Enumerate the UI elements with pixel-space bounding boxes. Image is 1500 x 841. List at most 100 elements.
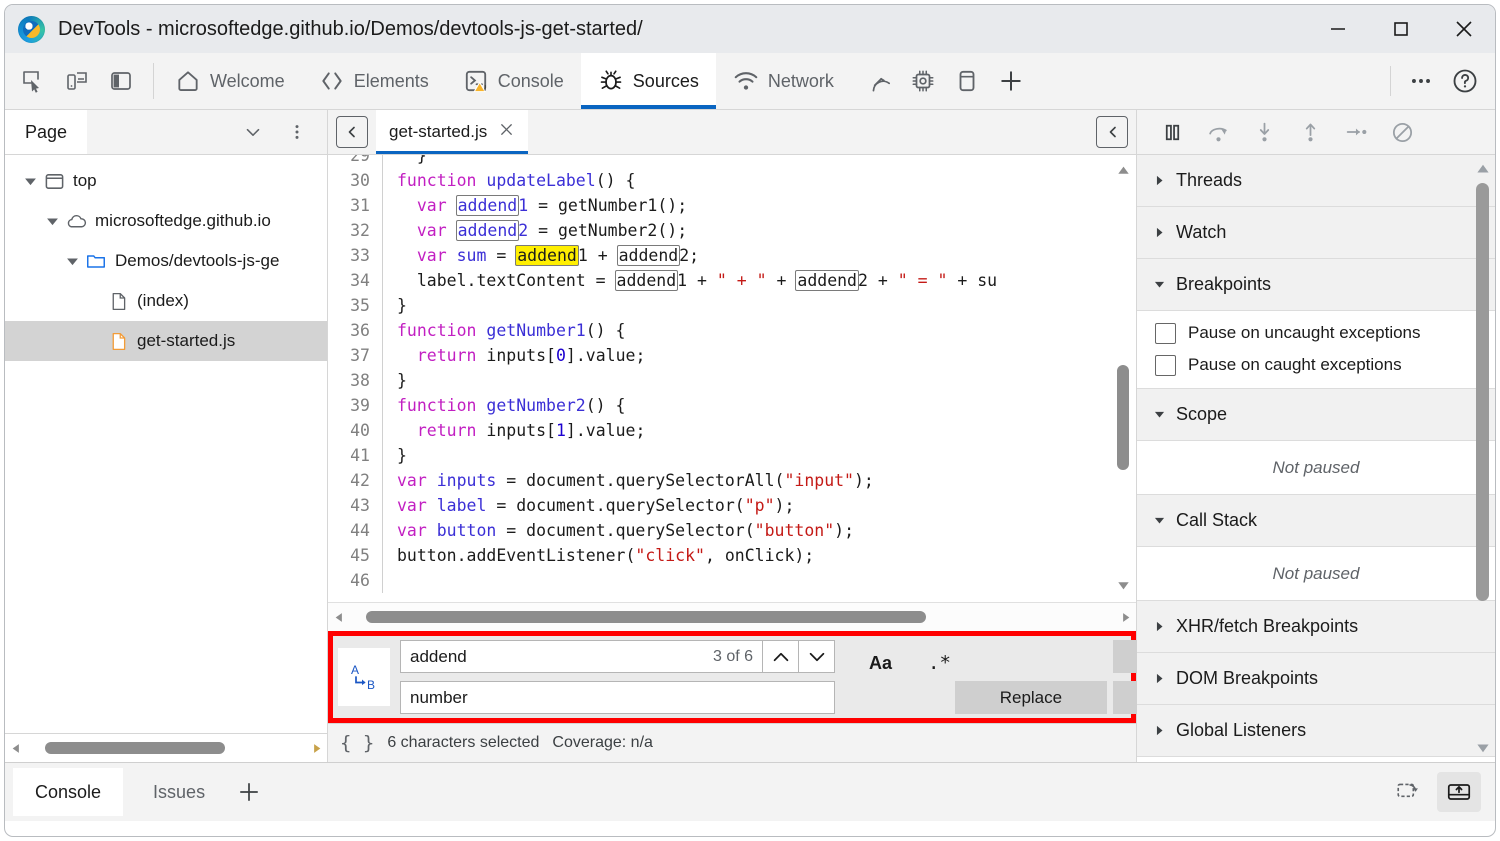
inspect-element-icon[interactable]: [11, 59, 55, 103]
section-threads[interactable]: Threads: [1137, 155, 1495, 207]
show-debugger-button[interactable]: [1096, 116, 1128, 148]
code-line[interactable]: 43var label = document.querySelector("p"…: [328, 493, 1136, 518]
expand-triangle-icon[interactable]: [41, 215, 63, 228]
replace-input[interactable]: number: [400, 681, 835, 714]
editor-file-tab[interactable]: get-started.js: [376, 110, 528, 154]
close-icon[interactable]: [498, 121, 515, 143]
search-input[interactable]: addend 3 of 6: [400, 640, 763, 673]
maximize-button[interactable]: [1369, 5, 1432, 53]
scroll-track[interactable]: [27, 734, 305, 762]
pause-uncaught-exceptions-row[interactable]: Pause on uncaught exceptions: [1137, 317, 1495, 349]
dock-side-icon[interactable]: [99, 59, 143, 103]
section-global-listeners[interactable]: Global Listeners: [1137, 705, 1495, 757]
section-call-stack[interactable]: Call Stack: [1137, 495, 1495, 547]
drawer-tab-console[interactable]: Console: [13, 768, 123, 816]
replace-button[interactable]: Replace: [955, 681, 1107, 714]
code-line[interactable]: 39function getNumber2() {: [328, 393, 1136, 418]
tab-sources[interactable]: Sources: [581, 53, 716, 109]
scroll-right-icon[interactable]: [1114, 612, 1136, 623]
code-line[interactable]: 29 }: [328, 155, 1136, 168]
step-over-icon[interactable]: [1197, 114, 1239, 150]
tree-item-get-started-js[interactable]: get-started.js: [5, 321, 327, 361]
section-xhr-fetch-breakpoints[interactable]: XHR/fetch Breakpoints: [1137, 601, 1495, 653]
toggle-replace-button[interactable]: A B: [338, 648, 390, 706]
pause-caught-exceptions-row[interactable]: Pause on caught exceptions: [1137, 349, 1495, 381]
chip-icon[interactable]: [901, 59, 945, 103]
expand-triangle-icon[interactable]: [61, 255, 83, 268]
tree-item-folder[interactable]: Demos/devtools-js-ge: [5, 241, 327, 281]
scroll-thumb[interactable]: [1117, 365, 1129, 470]
scroll-up-icon[interactable]: [1471, 158, 1495, 180]
tree-item-top[interactable]: top: [5, 161, 327, 201]
scroll-thumb[interactable]: [1476, 183, 1489, 601]
close-button[interactable]: [1432, 5, 1495, 53]
section-dom-breakpoints[interactable]: DOM Breakpoints: [1137, 653, 1495, 705]
section-watch[interactable]: Watch: [1137, 207, 1495, 259]
step-out-icon[interactable]: [1289, 114, 1331, 150]
code-line[interactable]: 33 var sum = addend1 + addend2;: [328, 243, 1136, 268]
regex-toggle[interactable]: .*: [924, 650, 955, 676]
code-line[interactable]: 41}: [328, 443, 1136, 468]
code-lines[interactable]: 29 }30function updateLabel() {31 var add…: [328, 155, 1136, 602]
gauge-icon[interactable]: [857, 59, 901, 103]
dock-drawer-icon[interactable]: [1437, 772, 1481, 812]
pretty-print-icon[interactable]: { }: [340, 732, 374, 754]
tab-welcome[interactable]: Welcome: [158, 53, 302, 109]
tab-console[interactable]: Console: [446, 53, 581, 109]
device-emulation-icon[interactable]: [55, 59, 99, 103]
checkbox[interactable]: [1155, 323, 1176, 344]
tab-network[interactable]: Network: [716, 53, 851, 109]
code-line[interactable]: 45button.addEventListener("click", onCli…: [328, 543, 1136, 568]
show-navigator-button[interactable]: [336, 116, 368, 148]
code-line[interactable]: 42var inputs = document.querySelectorAll…: [328, 468, 1136, 493]
search-next-button[interactable]: [799, 640, 835, 673]
debugger-vertical-scrollbar[interactable]: [1471, 155, 1495, 762]
search-previous-button[interactable]: [763, 640, 799, 673]
code-vertical-scrollbar[interactable]: [1110, 155, 1136, 602]
scroll-thumb[interactable]: [45, 742, 225, 754]
restore-drawer-icon[interactable]: [1387, 772, 1431, 812]
code-line[interactable]: 38}: [328, 368, 1136, 393]
code-line[interactable]: 40 return inputs[1].value;: [328, 418, 1136, 443]
tab-elements[interactable]: Elements: [302, 53, 446, 109]
navigator-tab-page[interactable]: Page: [5, 110, 87, 154]
code-line[interactable]: 37 return inputs[0].value;: [328, 343, 1136, 368]
more-options-icon[interactable]: [1399, 59, 1443, 103]
code-horizontal-scrollbar[interactable]: [328, 602, 1136, 631]
expand-triangle-icon[interactable]: [19, 175, 41, 188]
scroll-left-icon[interactable]: [328, 612, 350, 623]
scroll-up-icon[interactable]: [1110, 159, 1136, 181]
code-line[interactable]: 46: [328, 568, 1136, 593]
code-editor[interactable]: 29 }30function updateLabel() {31 var add…: [328, 155, 1136, 602]
pause-icon[interactable]: [1151, 114, 1193, 150]
code-line[interactable]: 35}: [328, 293, 1136, 318]
section-breakpoints[interactable]: Breakpoints: [1137, 259, 1495, 311]
drawer-tab-issues[interactable]: Issues: [131, 768, 227, 816]
no-breakpoints-icon[interactable]: [1381, 114, 1423, 150]
match-case-toggle[interactable]: Aa: [865, 651, 896, 676]
scroll-right-icon[interactable]: [305, 743, 327, 754]
chevron-down-icon[interactable]: [231, 110, 275, 154]
code-line[interactable]: 31 var addend1 = getNumber1();: [328, 193, 1136, 218]
step-into-icon[interactable]: [1243, 114, 1285, 150]
code-line[interactable]: 32 var addend2 = getNumber2();: [328, 218, 1136, 243]
code-line[interactable]: 30function updateLabel() {: [328, 168, 1136, 193]
step-icon[interactable]: [1335, 114, 1377, 150]
scroll-down-icon[interactable]: [1110, 574, 1136, 596]
checkbox[interactable]: [1155, 355, 1176, 376]
navigator-more-options-icon[interactable]: [275, 110, 319, 154]
help-icon[interactable]: [1443, 59, 1487, 103]
code-line[interactable]: 36function getNumber1() {: [328, 318, 1136, 343]
drawer-plus-icon[interactable]: [227, 772, 271, 812]
scroll-thumb[interactable]: [366, 611, 926, 623]
code-line[interactable]: 44var button = document.querySelector("b…: [328, 518, 1136, 543]
code-line[interactable]: 34 label.textContent = addend1 + " + " +…: [328, 268, 1136, 293]
tree-item-index[interactable]: (index): [5, 281, 327, 321]
scroll-track[interactable]: [350, 603, 1114, 631]
minimize-button[interactable]: [1306, 5, 1369, 53]
storage-icon[interactable]: [945, 59, 989, 103]
navigator-horizontal-scrollbar[interactable]: [5, 733, 327, 762]
scroll-left-icon[interactable]: [5, 743, 27, 754]
scroll-down-icon[interactable]: [1471, 737, 1495, 759]
plus-icon[interactable]: [989, 59, 1033, 103]
